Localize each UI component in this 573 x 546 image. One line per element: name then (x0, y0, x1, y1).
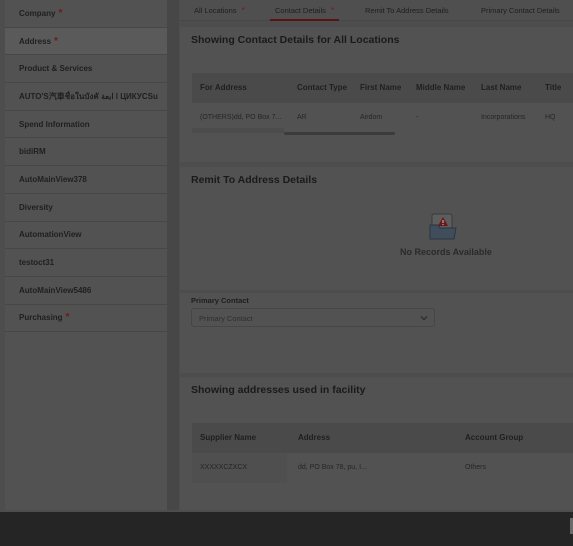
sidebar-item-label: AutomationView (19, 230, 82, 240)
sidebar-item-label: Purchasing (19, 313, 63, 323)
sidebar-item-auto-multilang[interactable]: AUTO'S汽車ชื่อในบังคั ا ابعة ЦИКУСSu (5, 83, 167, 111)
cell-account-group: Others (465, 464, 487, 471)
column-header: Title (545, 83, 562, 92)
tab-remit-to-address-details[interactable]: Remit To Address Details (365, 0, 449, 21)
contact-details-card: Showing Contact Details for All Location… (180, 27, 573, 162)
sidebar-item-automainview378[interactable]: AutoMainView378 (5, 166, 167, 194)
cell-address: dd, PO Box 78, pu, I... (298, 464, 367, 471)
sidebar-item-testoct31[interactable]: testoct31 (5, 249, 167, 277)
primary-contact-card (180, 293, 573, 373)
required-mark: * (241, 6, 245, 15)
sidebar-item-label: bidiRM (19, 147, 46, 157)
column-header: For Address (200, 83, 247, 92)
primary-contact-label: Primary Contact (191, 296, 249, 305)
sidebar-item-label: Spend Information (19, 119, 90, 129)
tab-contact-details[interactable]: Contact Details * (270, 0, 340, 21)
column-header: Middle Name (416, 83, 466, 92)
sidebar-item-label: Diversity (19, 202, 53, 212)
sticky-column-shadow (192, 128, 284, 133)
sidebar-item-label: Product & Services (19, 64, 93, 74)
chevron-down-icon (420, 316, 428, 321)
column-header: Supplier Name (200, 433, 257, 442)
horizontal-scrollbar[interactable] (284, 132, 395, 135)
sidebar-item-label: Company (19, 8, 56, 18)
sidebar-item-address[interactable]: Address * (5, 27, 167, 56)
remit-to-card: Remit To Address Details (180, 167, 573, 290)
column-header: Account Group (465, 433, 524, 442)
required-mark: * (330, 6, 335, 15)
tab-all-locations[interactable]: All Locations * (194, 0, 245, 21)
tab-primary-contact-details[interactable]: Primary Contact Details (481, 0, 560, 21)
sidebar-item-product-services[interactable]: Product & Services (5, 55, 167, 84)
sidebar-nav: Company * Address * Product & Services AUT… (5, 0, 167, 510)
required-mark: * (58, 7, 63, 19)
sidebar-item-diversity[interactable]: Diversity (5, 194, 167, 222)
column-header: First Name (360, 83, 402, 92)
cell-last-name: Incorporations (481, 114, 526, 121)
cell-for-address: (OTHERS)dd, PO Box 7... (200, 114, 282, 121)
column-header: Contact Type (297, 83, 348, 92)
cell-contact-type: AR (297, 114, 307, 121)
sidebar-item-label: testoct31 (19, 258, 55, 268)
remit-to-title: Remit To Address Details (191, 174, 318, 186)
no-records-message: No Records Available (400, 247, 492, 257)
empty-folder-warning-icon (429, 213, 457, 240)
cell-first-name: Airdom (360, 114, 383, 121)
sidebar-item-spend-information[interactable]: Spend Information (5, 111, 167, 139)
tab-bar: All Locations * Contact Details * Remit … (180, 0, 573, 21)
tab-label: All Locations (194, 6, 237, 15)
contact-details-title: Showing Contact Details for All Location… (191, 34, 400, 46)
column-header: Last Name (481, 83, 522, 92)
cell-supplier-name: XXXXXCZXCX (200, 464, 248, 471)
sidebar-item-automationview[interactable]: AutomationView (5, 222, 167, 250)
sidebar-item-label: AutoMainView5486 (19, 285, 92, 295)
main-content: All Locations * Contact Details * Remit … (180, 0, 573, 510)
cell-middle-name: - (416, 114, 419, 121)
sidebar-item-label: Address (19, 36, 52, 46)
tab-label: Contact Details (275, 6, 326, 15)
sidebar-item-company[interactable]: Company * (5, 0, 167, 28)
sidebar-item-label: AUTO'S汽車ชื่อในบังคั ا ابعة ЦИКУСSu (19, 91, 158, 101)
facility-addresses-title: Showing addresses used in facility (191, 384, 366, 396)
facility-addresses-card: Showing addresses used in facility Suppl… (180, 377, 573, 510)
sidebar-item-bidirm[interactable]: bidiRM (5, 138, 167, 167)
required-mark: * (65, 312, 70, 324)
tab-label: Primary Contact Details (481, 6, 560, 15)
required-mark: * (54, 35, 58, 47)
column-header: Address (298, 433, 331, 442)
primary-contact-select[interactable]: Primary Contact (191, 308, 435, 327)
sidebar-item-purchasing[interactable]: Purchasing * (5, 305, 167, 333)
panel-divider (167, 0, 179, 510)
sidebar-item-label: AutoMainView378 (19, 174, 87, 184)
cell-title: HQ (545, 114, 556, 121)
sidebar-item-automainview5486[interactable]: AutoMainView5486 (5, 277, 167, 305)
facility-table-header: Supplier Name Address Account Group (192, 423, 573, 453)
contact-details-table-header: For Address Contact Type First Name Midd… (192, 73, 573, 103)
bottom-bar (0, 512, 573, 546)
tab-label: Remit To Address Details (365, 6, 449, 15)
select-placeholder: Primary Contact (199, 314, 253, 323)
